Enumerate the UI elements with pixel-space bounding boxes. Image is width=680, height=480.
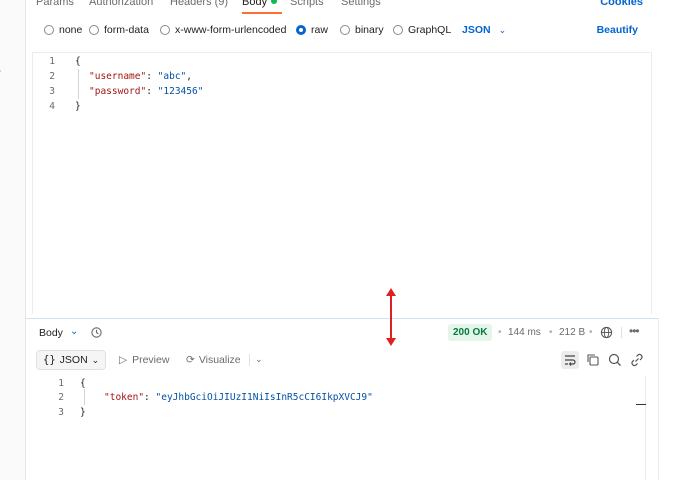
braces-icon: {} (43, 354, 56, 366)
radio-circle (340, 25, 350, 35)
code-close-brace: } (80, 407, 86, 418)
response-header: Body ⌄ 200 OK • 144 ms • 212 B • ••• (26, 322, 680, 344)
preview-play-icon: ▷ (119, 354, 128, 366)
radio-label: GraphQL (408, 24, 452, 36)
code-line-password: "password": "123456" (89, 86, 204, 97)
json-key-username: "username" (89, 71, 147, 82)
radio-graphql[interactable]: GraphQL (393, 24, 451, 36)
wrap-lines-icon[interactable] (561, 351, 579, 369)
json-value-token: "eyJhbGciOiJIUzI1NiIsInR5cCI6IkpXVCJ9" (155, 392, 373, 403)
request-tabs: Params Authorization Headers (9) Body Sc… (26, 0, 680, 16)
radio-circle (44, 25, 54, 35)
active-tab-underline (242, 12, 282, 14)
line-number: 2 (49, 71, 55, 82)
response-body-viewer[interactable]: 1 2 3 { "token": "eyJhbGciOiJIUzI1NiIsIn… (32, 376, 644, 480)
line-number: 4 (49, 101, 55, 112)
history-icon[interactable] (90, 326, 103, 339)
visualize-label: Visualize (198, 354, 241, 366)
sidebar-clipped-text-2: ry (0, 68, 1, 77)
preview-button[interactable]: ▷ Preview (119, 354, 169, 366)
radio-label: x-www-form-urlencoded (175, 24, 287, 36)
chevron-down-icon[interactable]: ⌄ (70, 326, 78, 337)
indent-guide (84, 389, 85, 405)
indent-guide (78, 69, 79, 99)
chevron-down-icon: ⌄ (498, 25, 507, 35)
response-viewer-scrollbar[interactable] (645, 376, 646, 480)
radio-label: form-data (104, 24, 149, 36)
code-open-brace: { (80, 378, 86, 389)
meta-separator: • (498, 327, 502, 338)
json-key-password: "password" (89, 86, 147, 97)
search-icon[interactable] (606, 351, 624, 369)
radio-circle (89, 25, 99, 35)
tab-body-label: Body (242, 0, 268, 8)
toolbar-divider (249, 354, 250, 366)
radio-label: raw (311, 24, 328, 36)
request-editor-scrollbar[interactable] (651, 52, 652, 314)
radio-form-data[interactable]: form-data (89, 24, 149, 36)
code-line-username: "username": "abc", (89, 71, 192, 82)
body-type-row: none form-data x-www-form-urlencoded raw… (26, 22, 680, 40)
pane-divider[interactable] (26, 318, 658, 319)
language-select[interactable]: JSON ⌄ (462, 24, 506, 36)
line-number: 3 (49, 86, 55, 97)
tab-settings[interactable]: Settings (341, 0, 381, 8)
line-number: 1 (58, 378, 64, 389)
globe-icon[interactable] (600, 326, 613, 339)
radio-x-www-form-urlencoded[interactable]: x-www-form-urlencoded (160, 24, 286, 36)
line-number: 1 (49, 56, 55, 67)
code-line-token: "token": "eyJhbGciOiJIUzI1NiIsInR5cCI6Ik… (104, 392, 373, 403)
more-icon[interactable]: ••• (629, 324, 640, 338)
tab-scripts[interactable]: Scripts (290, 0, 324, 8)
language-select-value: JSON (462, 24, 491, 36)
response-format-select[interactable]: {} JSON ⌄ (36, 350, 107, 370)
status-badge[interactable]: 200 OK (448, 324, 493, 341)
radio-circle (393, 25, 403, 35)
code-close-brace: } (75, 101, 81, 112)
format-value: JSON (59, 354, 88, 366)
json-value-username: "abc" (157, 71, 187, 82)
right-pane-border (658, 318, 659, 480)
chevron-down-icon[interactable]: ⌄ (255, 354, 263, 365)
radio-raw[interactable]: raw (296, 24, 328, 36)
chevron-down-icon: ⌄ (91, 355, 100, 365)
tab-body[interactable]: Body (242, 0, 278, 8)
beautify-button[interactable]: Beautify (597, 24, 638, 36)
line-number: 3 (58, 407, 64, 418)
radio-circle-selected (296, 25, 306, 35)
response-body-tab[interactable]: Body (39, 327, 63, 339)
left-sidebar: s ry (0, 0, 26, 480)
radio-label: binary (355, 24, 384, 36)
line-number: 2 (58, 392, 64, 403)
radio-label: none (59, 24, 83, 36)
response-time[interactable]: 144 ms (508, 327, 541, 338)
meta-separator: • (549, 327, 553, 338)
radio-binary[interactable]: binary (340, 24, 384, 36)
visualize-button[interactable]: ⟳ Visualize (186, 354, 241, 366)
toolbar-divider (621, 327, 622, 338)
json-key-token: "token" (104, 392, 145, 403)
tab-headers[interactable]: Headers (9) (170, 0, 228, 8)
cookies-link[interactable]: Cookies (600, 0, 643, 8)
tab-authorization[interactable]: Authorization (89, 0, 153, 8)
json-value-password: "123456" (157, 86, 204, 97)
meta-separator: • (589, 327, 593, 338)
request-body-editor[interactable]: 1 2 3 4 { "username": "abc", "password":… (32, 52, 650, 314)
radio-circle (160, 25, 170, 35)
code-open-brace: { (75, 56, 81, 67)
response-toolbar: {} JSON ⌄ ▷ Preview ⟳ Visualize ⌄ (26, 348, 680, 372)
link-icon[interactable] (628, 351, 646, 369)
scrollbar-marker (636, 404, 646, 405)
copy-icon[interactable] (584, 351, 602, 369)
visualize-icon: ⟳ (186, 354, 195, 366)
body-modified-dot (271, 0, 278, 4)
tab-params[interactable]: Params (36, 0, 74, 8)
radio-none[interactable]: none (44, 24, 82, 36)
preview-label: Preview (132, 354, 170, 366)
response-size[interactable]: 212 B (559, 327, 585, 338)
